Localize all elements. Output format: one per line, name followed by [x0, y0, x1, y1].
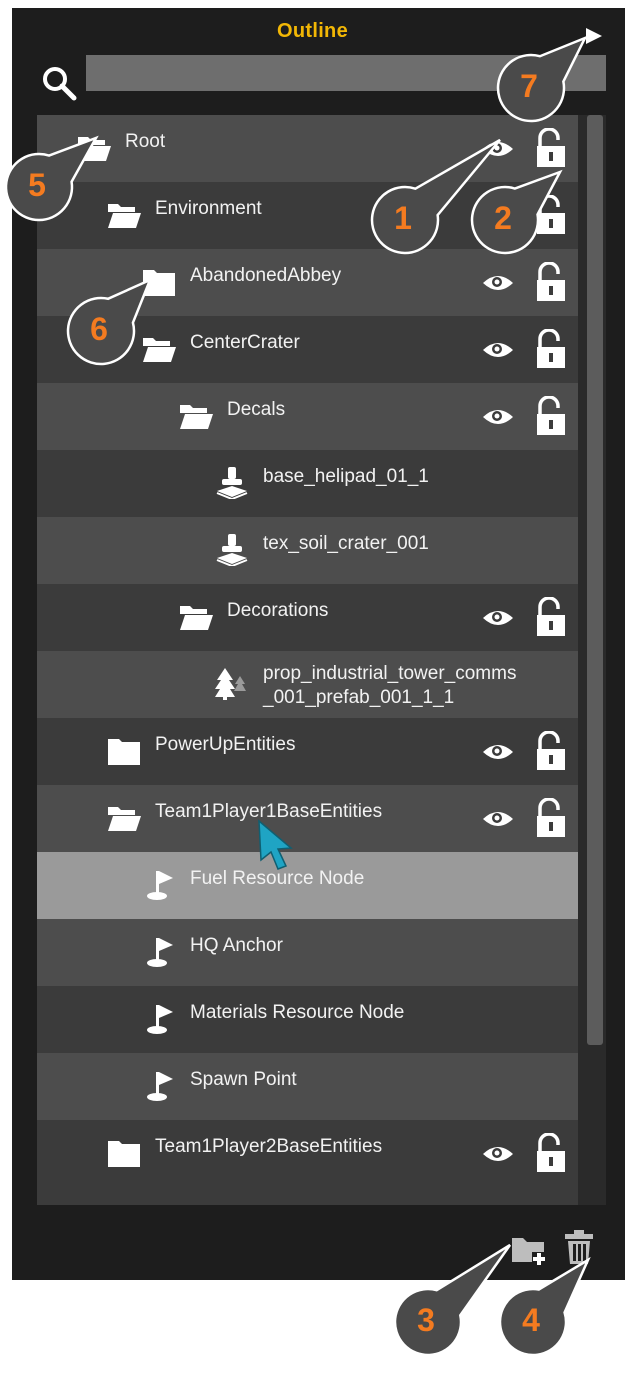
callout-number: 1 — [394, 199, 412, 236]
tree-row[interactable]: HQ Anchor — [37, 919, 578, 986]
folder-open-icon — [179, 400, 213, 432]
tree-row-label: HQ Anchor — [190, 935, 283, 956]
callout-number: 6 — [90, 310, 108, 347]
callout-number: 3 — [417, 1301, 435, 1338]
folder-open-icon — [107, 802, 141, 834]
callout-number: 4 — [522, 1301, 540, 1338]
flag-marker-icon — [142, 1070, 176, 1102]
tree-row[interactable]: Team1Player1BaseEntities — [37, 785, 578, 852]
callout-number: 7 — [520, 67, 538, 104]
tree-row-label: Spawn Point — [190, 1069, 297, 1090]
tree-row-label: Fuel Resource Node — [190, 868, 365, 889]
lock-open-icon[interactable] — [534, 797, 568, 838]
tree-row-label: Decorations — [227, 600, 329, 621]
tree-row-label: Materials Resource Node — [190, 1002, 405, 1023]
tree-row-label: Environment — [155, 198, 262, 219]
mouse-cursor-icon — [258, 819, 293, 870]
visibility-eye-icon[interactable] — [482, 809, 514, 829]
flag-marker-icon — [142, 869, 176, 901]
search-icon[interactable] — [40, 64, 78, 102]
folder-closed-icon — [107, 1137, 141, 1169]
visibility-eye-icon[interactable] — [482, 608, 514, 628]
tree-row[interactable]: Team1Player2BaseEntities — [37, 1120, 578, 1187]
tree-row[interactable]: PowerUpEntities — [37, 718, 578, 785]
tree-row[interactable]: Materials Resource Node — [37, 986, 578, 1053]
tree-row[interactable]: Decorations — [37, 584, 578, 651]
decal-stamp-icon — [215, 467, 249, 501]
tree-row[interactable]: base_helipad_01_1 — [37, 450, 578, 517]
callout-number: 2 — [494, 199, 512, 236]
tree-row-label: PowerUpEntities — [155, 734, 296, 755]
flag-marker-icon — [142, 936, 176, 968]
tree-row-label: base_helipad_01_1 — [263, 466, 429, 487]
tree-row[interactable]: Spawn Point — [37, 1053, 578, 1120]
lock-open-icon[interactable] — [534, 328, 568, 369]
tree-row-label: CenterCrater — [190, 332, 300, 353]
flag-marker-icon — [142, 1003, 176, 1035]
scrollbar-thumb[interactable] — [587, 115, 603, 1045]
visibility-eye-icon[interactable] — [482, 742, 514, 762]
tree-row-label: Decals — [227, 399, 286, 420]
folder-open-icon — [107, 199, 141, 231]
tree-row-label: prop_industrial_tower_comms — [263, 663, 517, 684]
lock-open-icon[interactable] — [534, 596, 568, 637]
tree-row[interactable]: tex_soil_crater_001 — [37, 517, 578, 584]
lock-open-icon[interactable] — [534, 1132, 568, 1173]
lock-open-icon[interactable] — [534, 730, 568, 771]
tree-row[interactable]: prop_industrial_tower_comms _001_prefab_0… — [37, 651, 578, 718]
folder-open-icon — [179, 601, 213, 633]
tree-row[interactable]: Fuel Resource Node — [37, 852, 578, 919]
tree-row-label-continued: _001_prefab_001_1_1 — [263, 687, 455, 708]
tree-row-label: tex_soil_crater_001 — [263, 533, 429, 554]
visibility-eye-icon[interactable] — [482, 407, 514, 427]
trees-icon — [215, 668, 249, 700]
tree-row-label: Team1Player2BaseEntities — [155, 1136, 383, 1157]
visibility-eye-icon[interactable] — [482, 1144, 514, 1164]
folder-closed-icon — [107, 735, 141, 767]
lock-open-icon[interactable] — [534, 395, 568, 436]
callout-number: 5 — [28, 166, 46, 203]
tree-row-label: AbandonedAbbey — [190, 265, 342, 286]
tree-row-label: Root — [125, 131, 166, 152]
visibility-eye-icon[interactable] — [482, 340, 514, 360]
decal-stamp-icon — [215, 534, 249, 568]
